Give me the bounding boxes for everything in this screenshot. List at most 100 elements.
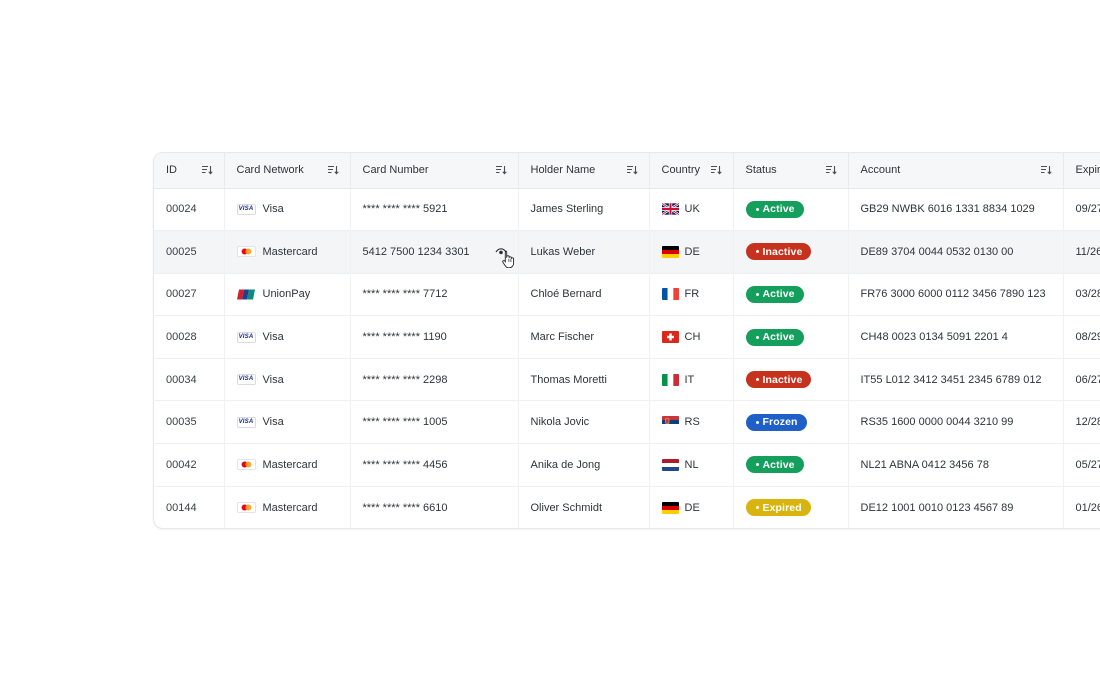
sort-icon[interactable]: [825, 165, 837, 175]
column-header-card-number[interactable]: Card Number: [350, 153, 519, 189]
cell-holder-name: Nikola Jovic: [518, 400, 650, 444]
status-label: Inactive: [762, 373, 803, 386]
cell-expiry: 06/27: [1063, 358, 1100, 401]
column-header-label: Card Number: [362, 164, 429, 177]
cell-card-number: **** **** **** 6610: [350, 486, 519, 528]
unionpay-logo-icon: [236, 289, 256, 300]
cards-table: ID Card Network Card Number Holder Name …: [154, 153, 1100, 528]
country-code: NL: [684, 458, 699, 471]
cell-card-network: Mastercard: [224, 486, 351, 528]
table-row[interactable]: 00025 Mastercard 5412 7500 1234 3301 Lukas …: [154, 230, 1100, 274]
visa-logo-icon: VISA: [236, 203, 256, 215]
card-network-label: Mastercard: [262, 245, 318, 258]
cell-card-number: **** **** **** 7712: [350, 273, 519, 316]
card-number-text: **** **** **** 1005: [362, 416, 448, 429]
cell-status: Inactive: [733, 358, 849, 401]
status-label: Frozen: [762, 416, 798, 429]
gb-flag-icon: [661, 203, 679, 216]
status-badge: Active: [745, 456, 804, 474]
status-dot-icon: [755, 292, 759, 296]
column-header-country[interactable]: Country: [649, 153, 734, 189]
table-row[interactable]: 00024 VISA Visa **** **** **** 5921 James St…: [154, 188, 1100, 231]
de-flag-icon: [661, 501, 679, 514]
cell-status: Frozen: [733, 400, 849, 444]
visa-logo-icon: VISA: [236, 416, 256, 428]
visa-logo-icon: VISA: [236, 374, 256, 386]
sort-icon[interactable]: [1040, 165, 1052, 175]
status-dot-icon: [755, 378, 759, 382]
cell-id: 00024: [154, 188, 225, 231]
column-header-label: Status: [745, 164, 777, 177]
cell-expiry: 09/27: [1063, 188, 1100, 231]
column-header-label: Account: [860, 164, 901, 177]
cell-id: 00035: [154, 400, 225, 444]
card-number-text: **** **** **** 1190: [362, 331, 447, 344]
cell-expiry: 11/26: [1063, 230, 1100, 274]
rs-flag-icon: [661, 416, 679, 429]
table-row[interactable]: 00042 Mastercard **** **** **** 4456 Anika …: [154, 443, 1100, 487]
table-row[interactable]: 00034 VISA Visa **** **** **** 2298 Thomas M…: [154, 358, 1100, 401]
table-row[interactable]: 00027 UnionPay **** **** **** 7712 Chloé Be…: [154, 273, 1100, 316]
cell-account: NL21 ABNA 0412 3456 78: [848, 443, 1064, 487]
header-row: ID Card Network Card Number Holder Name …: [154, 153, 1100, 189]
cell-account: IT55 L012 3412 3451 2345 6789 012: [848, 358, 1064, 401]
status-badge: Active: [745, 285, 804, 303]
sort-icon[interactable]: [201, 165, 213, 175]
cell-card-number: **** **** **** 1190: [350, 315, 519, 359]
table-row[interactable]: 00035 VISA Visa **** **** **** 1005 Nikola J…: [154, 400, 1100, 444]
cell-card-network: VISA Visa: [224, 400, 351, 444]
cell-country: DE: [649, 230, 734, 274]
card-number-text: **** **** **** 5921: [362, 203, 448, 216]
status-badge: Inactive: [745, 371, 812, 389]
sort-icon[interactable]: [626, 165, 638, 175]
cell-expiry: 08/29: [1063, 315, 1100, 359]
cell-holder-name: Thomas Moretti: [518, 358, 650, 401]
cell-expiry: 01/26: [1063, 486, 1100, 528]
card-network-label: Mastercard: [262, 458, 318, 471]
sort-icon[interactable]: [327, 165, 339, 175]
status-dot-icon: [755, 420, 759, 424]
table-row[interactable]: 00144 Mastercard **** **** **** 6610 Oliver…: [154, 486, 1100, 528]
cell-status: Active: [733, 443, 849, 487]
card-number-text: 5412 7500 1234 3301: [362, 245, 470, 258]
cell-country: CH: [649, 315, 734, 359]
cell-card-number: 5412 7500 1234 3301: [350, 230, 519, 274]
cell-expiry: 03/28: [1063, 273, 1100, 316]
cell-card-network: VISA Visa: [224, 188, 351, 231]
eye-icon[interactable]: [494, 247, 514, 269]
status-dot-icon: [755, 463, 759, 467]
cell-card-number: **** **** **** 4456: [350, 443, 519, 487]
sort-icon[interactable]: [495, 165, 507, 175]
status-badge: Active: [745, 200, 804, 218]
cell-expiry: 05/27: [1063, 443, 1100, 487]
de-flag-icon: [661, 245, 679, 258]
cell-card-network: UnionPay: [224, 273, 351, 316]
cell-id: 00025: [154, 230, 225, 274]
column-header-status[interactable]: Status: [733, 153, 849, 189]
column-header-label: Holder Name: [530, 164, 596, 177]
cell-holder-name: Marc Fischer: [518, 315, 650, 359]
column-header-id[interactable]: ID: [154, 153, 225, 189]
cell-card-number: **** **** **** 2298: [350, 358, 519, 401]
mastercard-logo-icon: [236, 459, 256, 471]
card-number-text: **** **** **** 2298: [362, 373, 448, 386]
cell-status: Expired: [733, 486, 849, 528]
card-network-label: Mastercard: [262, 501, 318, 514]
column-header-holder-name[interactable]: Holder Name: [518, 153, 650, 189]
table-row[interactable]: 00028 VISA Visa **** **** **** 1190 Marc Fis…: [154, 315, 1100, 359]
status-label: Active: [762, 203, 795, 216]
sort-icon[interactable]: [710, 165, 722, 175]
cell-account: GB29 NWBK 6016 1331 8834 1029: [848, 188, 1064, 231]
column-header-account[interactable]: Account: [848, 153, 1064, 189]
column-header-label: Expiry: [1075, 164, 1100, 177]
status-badge: Inactive: [745, 243, 812, 261]
status-dot-icon: [755, 207, 759, 211]
cell-country: UK: [649, 188, 734, 231]
cell-holder-name: Anika de Jong: [518, 443, 650, 487]
cell-country: RS: [649, 400, 734, 444]
cell-holder-name: Oliver Schmidt: [518, 486, 650, 528]
it-flag-icon: [661, 373, 679, 386]
column-header-card-network[interactable]: Card Network: [224, 153, 351, 189]
cell-id: 00028: [154, 315, 225, 359]
column-header-expiry[interactable]: Expiry: [1063, 153, 1100, 189]
